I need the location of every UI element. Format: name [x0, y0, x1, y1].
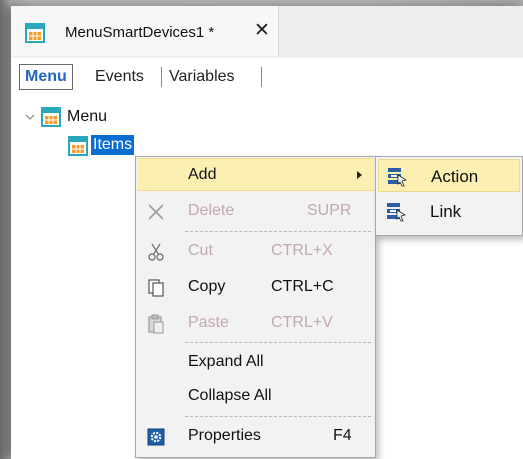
menu-separator [185, 342, 371, 343]
menu-item-label: Expand All [188, 353, 264, 370]
subtab-divider [161, 67, 162, 87]
paste-icon [148, 314, 164, 334]
menu-item-label: Copy [188, 278, 226, 295]
menu-item-shortcut: F4 [333, 427, 352, 444]
menu-separator [185, 231, 371, 232]
menu-item-label: Cut [188, 242, 213, 259]
link-item-icon [387, 203, 406, 222]
menu-item-properties[interactable]: Properties F4 [137, 420, 374, 453]
menu-item-label: Properties [188, 427, 261, 444]
submenu-item-action[interactable]: Action [378, 159, 520, 192]
delete-x-icon [148, 204, 164, 220]
menu-item-shortcut: CTRL+C [271, 278, 334, 295]
tab-menu[interactable]: Menu [19, 64, 73, 90]
editor-window: MenuSmartDevices1 * ✕ Menu Events Variab… [11, 6, 523, 459]
menu-item-copy[interactable]: Copy CTRL+C [137, 271, 374, 304]
menu-item-delete[interactable]: Delete SUPR [137, 195, 374, 228]
menu-item-paste[interactable]: Paste CTRL+V [137, 307, 374, 340]
chevron-down-icon[interactable] [24, 111, 36, 123]
subtab-divider [261, 67, 262, 87]
menu-object-icon [68, 136, 88, 156]
document-tab-title: MenuSmartDevices1 * [65, 24, 215, 41]
menu-item-label: Paste [188, 314, 229, 331]
tree-node-label: Menu [67, 108, 108, 125]
tree-node-label: Items [91, 135, 135, 155]
menu-item-shortcut: CTRL+X [271, 242, 333, 259]
menu-item-label: Add [188, 166, 217, 183]
menu-item-add[interactable]: Add [137, 158, 374, 191]
close-icon[interactable]: ✕ [251, 20, 273, 42]
menu-item-label: Collapse All [188, 387, 272, 404]
tab-variables[interactable]: Variables [164, 64, 240, 90]
tab-events[interactable]: Events [90, 64, 149, 90]
scissors-icon [148, 243, 164, 261]
tree-node-items[interactable]: Items [11, 134, 211, 156]
editor-subtabs: Menu Events Variables [11, 58, 523, 96]
menu-item-shortcut: CTRL+V [271, 314, 333, 331]
context-menu: Add Delete SUPR Cut CTRL+X Copy CTRL+C P… [135, 156, 376, 458]
submenu-arrow-icon [357, 171, 362, 179]
menu-item-expand-all[interactable]: Expand All [137, 346, 374, 379]
action-item-icon [388, 168, 407, 187]
properties-gear-icon [147, 428, 165, 446]
menu-item-shortcut: SUPR [307, 202, 352, 219]
document-tabstrip: MenuSmartDevices1 * ✕ [11, 6, 523, 58]
menu-object-icon [25, 23, 45, 43]
menu-item-label: Delete [188, 202, 235, 219]
menu-object-icon [41, 107, 61, 127]
copy-icon [148, 279, 164, 297]
submenu-item-link[interactable]: Link [378, 195, 520, 228]
document-tab[interactable]: MenuSmartDevices1 * ✕ [11, 6, 279, 56]
menu-separator [185, 416, 371, 417]
submenu-item-label: Link [430, 202, 462, 221]
add-submenu: Action Link [375, 156, 523, 236]
menu-item-collapse-all[interactable]: Collapse All [137, 380, 374, 413]
submenu-item-label: Action [431, 167, 479, 186]
menu-item-cut[interactable]: Cut CTRL+X [137, 235, 374, 268]
tree-node-menu[interactable]: Menu [11, 106, 211, 128]
